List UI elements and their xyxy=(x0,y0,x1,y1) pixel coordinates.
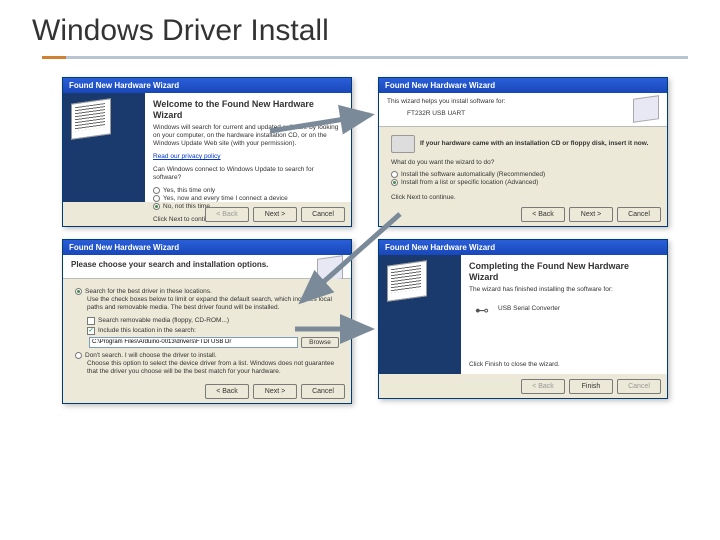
dont-help: Choose this option to select the device … xyxy=(87,360,339,377)
wizard-heading: Welcome to the Found New Hardware Wizard xyxy=(153,99,343,121)
wizard-question: Can Windows connect to Windows Update to… xyxy=(153,166,343,183)
usb-icon xyxy=(475,302,491,314)
back-button: < Back xyxy=(521,379,565,394)
wizard-content: Search for the best driver in these loca… xyxy=(63,279,351,379)
slide-body: Found New Hardware Wizard Welcome to the… xyxy=(0,59,720,87)
slide-title: Windows Driver Install xyxy=(0,0,720,56)
titlebar: Found New Hardware Wizard xyxy=(63,240,351,255)
wizard-dialog-4: Found New Hardware Wizard Completing the… xyxy=(378,239,668,399)
checkbox-label: Search removable media (floppy, CD-ROM..… xyxy=(98,317,229,324)
wizard-hint: Click Next to continue. xyxy=(391,194,655,201)
wizard-lead: The wizard has finished installing the s… xyxy=(469,286,659,294)
cancel-button: Cancel xyxy=(617,379,661,394)
wizard-side-panel xyxy=(63,93,145,202)
radio-yes-always[interactable]: Yes, now and every time I connect a devi… xyxy=(153,195,343,202)
wizard-lead: This wizard helps you install software f… xyxy=(387,98,659,106)
wizard-heading: Completing the Found New Hardware Wizard xyxy=(469,261,659,283)
wizard-side-panel xyxy=(379,255,461,374)
wizard-hint: Click Finish to close the wizard. xyxy=(469,361,560,368)
titlebar: Found New Hardware Wizard xyxy=(379,240,667,255)
checkbox-include-location[interactable]: ✓Include this location in the search: xyxy=(87,327,339,335)
radio-label: Search for the best driver in these loca… xyxy=(85,288,212,295)
hardware-icon xyxy=(71,98,111,140)
wizard-dialog-3: Found New Hardware Wizard Please choose … xyxy=(62,239,352,404)
titlebar: Found New Hardware Wizard xyxy=(63,78,351,93)
cancel-button[interactable]: Cancel xyxy=(301,207,345,222)
hardware-icon xyxy=(633,95,659,123)
wizard-content: If your hardware came with an installati… xyxy=(379,127,667,202)
radio-advanced[interactable]: Install from a list or specific location… xyxy=(391,179,655,186)
next-button[interactable]: Next > xyxy=(253,207,297,222)
wizard-dialog-2: Found New Hardware Wizard This wizard he… xyxy=(378,77,668,227)
wizard-header-strip: This wizard helps you install software f… xyxy=(379,93,667,127)
back-button[interactable]: < Back xyxy=(205,384,249,399)
wizard-intro: Windows will search for current and upda… xyxy=(153,124,343,149)
back-button[interactable]: < Back xyxy=(521,207,565,222)
cd-icon xyxy=(391,135,415,153)
wizard-dialog-1: Found New Hardware Wizard Welcome to the… xyxy=(62,77,352,227)
radio-dont-search[interactable]: Don't search. I will choose the driver t… xyxy=(75,352,339,359)
path-input[interactable] xyxy=(89,337,298,348)
device-name: FT232R USB UART xyxy=(407,110,659,118)
radio-yes-once[interactable]: Yes, this time only xyxy=(153,187,343,194)
radio-auto[interactable]: Install the software automatically (Reco… xyxy=(391,171,655,178)
radio-label: Don't search. I will choose the driver t… xyxy=(85,352,217,359)
browse-button[interactable]: Browse xyxy=(301,337,339,348)
wizard-header-strip: Please choose your search and installati… xyxy=(63,255,351,279)
wizard-question: What do you want the wizard to do? xyxy=(391,159,655,167)
wizard-heading: Please choose your search and installati… xyxy=(71,260,343,269)
next-button[interactable]: Next > xyxy=(569,207,613,222)
titlebar: Found New Hardware Wizard xyxy=(379,78,667,93)
checkbox-removable[interactable]: Search removable media (floppy, CD-ROM..… xyxy=(87,317,339,325)
wizard-content: Completing the Found New Hardware Wizard… xyxy=(461,255,667,374)
wizard-content: Welcome to the Found New Hardware Wizard… xyxy=(145,93,351,202)
checkbox-label: Include this location in the search: xyxy=(98,327,196,334)
next-button[interactable]: Next > xyxy=(253,384,297,399)
cancel-button[interactable]: Cancel xyxy=(617,207,661,222)
device-name: USB Serial Converter xyxy=(498,305,560,312)
radio-label: No, not this time xyxy=(163,203,210,210)
radio-search[interactable]: Search for the best driver in these loca… xyxy=(75,288,339,295)
radio-label: Yes, this time only xyxy=(163,187,215,194)
cd-hint: If your hardware came with an installati… xyxy=(420,140,648,148)
hardware-icon xyxy=(387,260,427,302)
finish-button[interactable]: Finish xyxy=(569,379,613,394)
radio-label: Yes, now and every time I connect a devi… xyxy=(163,195,288,202)
back-button: < Back xyxy=(205,207,249,222)
cancel-button[interactable]: Cancel xyxy=(301,384,345,399)
search-help: Use the check boxes below to limit or ex… xyxy=(87,296,339,313)
privacy-link[interactable]: Read our privacy policy xyxy=(153,153,343,160)
radio-label: Install from a list or specific location… xyxy=(401,179,538,186)
radio-label: Install the software automatically (Reco… xyxy=(401,171,545,178)
